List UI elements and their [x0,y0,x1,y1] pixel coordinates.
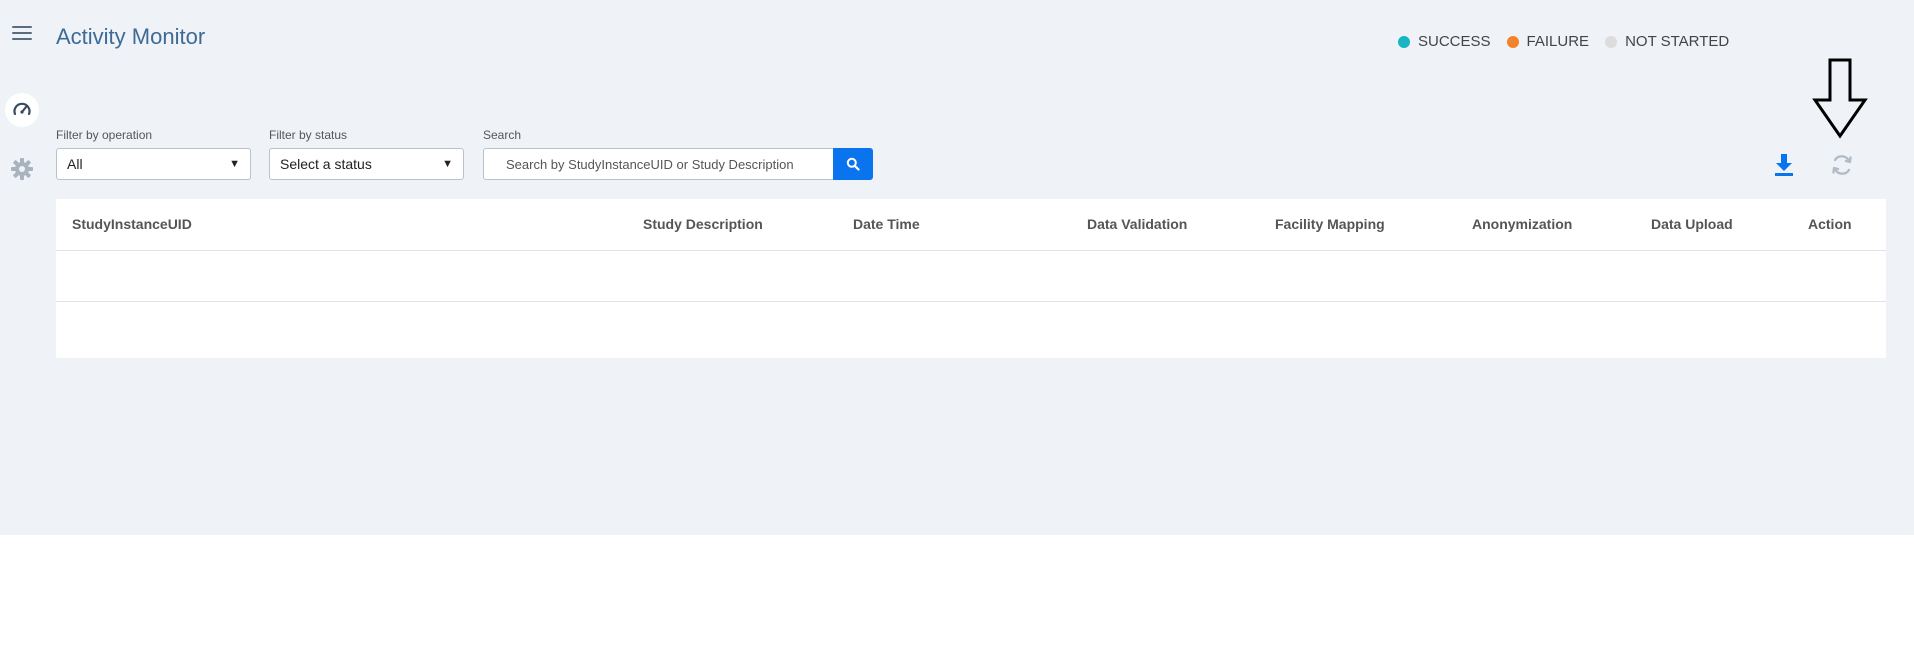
success-dot-icon [1398,35,1410,48]
search-input[interactable] [483,148,833,180]
legend-success-label: SUCCESS [1418,33,1491,50]
refresh-button[interactable] [1830,152,1854,178]
column-header-studyinstanceuid[interactable]: StudyInstanceUID [72,216,192,232]
column-header-data-validation[interactable]: Data Validation [1087,216,1187,232]
menu-icon[interactable] [12,26,32,42]
legend-not-started-label: NOT STARTED [1625,33,1730,50]
status-legend: SUCCESS FAILURE NOT STARTED [1398,33,1745,50]
table-row [56,302,1886,358]
operation-filter-label: Filter by operation [56,128,153,142]
legend-not-started: NOT STARTED [1605,33,1729,50]
page-title: Activity Monitor [56,24,206,49]
download-button[interactable] [1773,152,1795,178]
gear-icon[interactable] [10,157,34,181]
search-group [483,148,873,180]
search-label: Search [483,128,522,142]
legend-failure: FAILURE [1506,33,1590,50]
column-header-study-description[interactable]: Study Description [643,216,763,232]
table-row [56,251,1886,302]
failure-dot-icon [1506,35,1519,48]
column-header-data-upload[interactable]: Data Upload [1651,216,1733,232]
status-filter-label: Filter by status [269,128,348,142]
legend-failure-label: FAILURE [1526,33,1590,50]
column-header-action[interactable]: Action [1808,216,1852,232]
column-header-anonymization[interactable]: Anonymization [1472,216,1572,232]
sidebar [0,0,44,535]
download-icon [1775,154,1793,176]
dashboard-icon[interactable] [5,93,39,127]
status-select-value: Select a status [280,156,372,172]
app-container: Activity Monitor SUCCESS FAILURE NOT STA… [0,0,1914,535]
not-started-dot-icon [1605,35,1618,48]
refresh-icon [1832,155,1852,175]
operation-select[interactable]: All ▼ [56,148,251,180]
status-select[interactable]: Select a status ▼ [269,148,464,180]
annotation-arrow-icon [1812,58,1868,139]
chevron-down-icon: ▼ [229,158,240,170]
search-button[interactable] [833,148,873,180]
activity-table: StudyInstanceUID Study Description Date … [56,199,1886,358]
search-icon [846,157,860,171]
column-header-facility-mapping[interactable]: Facility Mapping [1275,216,1385,232]
operation-select-value: All [67,156,83,172]
table-header: StudyInstanceUID Study Description Date … [56,199,1886,251]
column-header-date-time[interactable]: Date Time [853,216,920,232]
legend-success: SUCCESS [1398,33,1491,50]
chevron-down-icon: ▼ [442,158,453,170]
